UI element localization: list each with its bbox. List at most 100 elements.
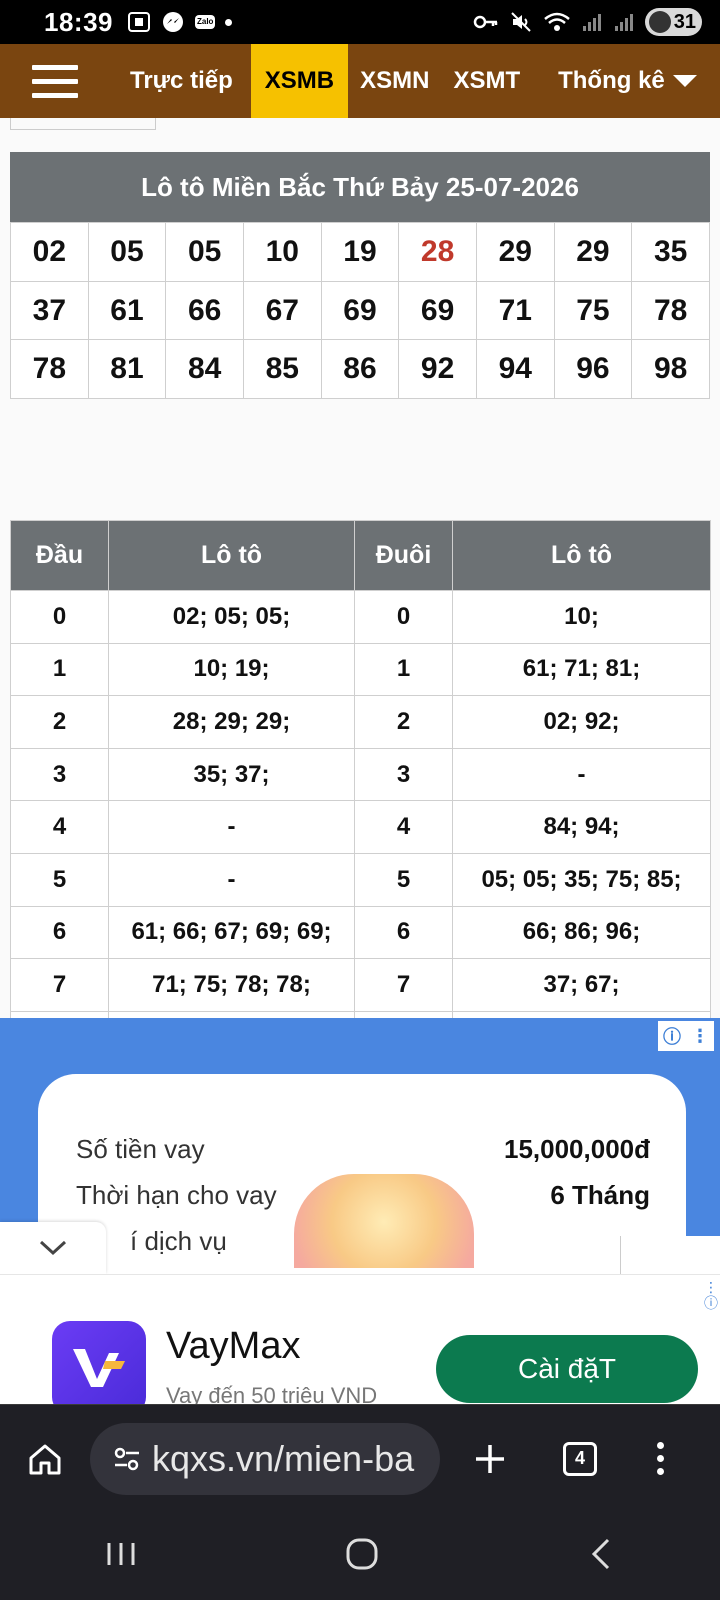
home-button[interactable] <box>0 1441 90 1477</box>
dau-digit-cell: 5 <box>10 852 109 907</box>
ad-row-fee: í dịch vụ <box>130 1226 650 1257</box>
dau-duoi-row: 1 10; 19; 1 61; 71; 81; <box>10 642 711 697</box>
duoi-loto-cell: 66; 86; 96; <box>452 905 711 960</box>
dau-digit-cell: 1 <box>10 642 109 697</box>
menu-icon[interactable] <box>0 44 110 118</box>
dau-loto-cell: 28; 29; 29; <box>108 695 355 749</box>
dau-loto-cell: 02; 05; 05; <box>108 590 355 644</box>
service-fee-label: í dịch vụ <box>130 1226 227 1256</box>
collapse-ad-button[interactable] <box>0 1222 106 1274</box>
loto-number-cell: 69 <box>398 280 477 341</box>
caret-down-icon <box>672 75 697 87</box>
dau-duoi-row: 0 02; 05; 05; 0 10; <box>10 590 711 644</box>
loto-number-cell: 85 <box>242 339 322 400</box>
duoi-loto-cell: - <box>452 747 711 802</box>
new-tab-button[interactable] <box>440 1442 540 1476</box>
loto-number-cell: 71 <box>475 280 555 341</box>
duoi-loto-cell: 10; <box>452 590 711 644</box>
back-icon[interactable] <box>586 1537 616 1576</box>
browser-toolbar: kqxs.vn/mien-ba 4 <box>0 1404 720 1512</box>
top-nav: Trực tiếp XSMB XSMN XSMT Thống kê <box>0 44 720 118</box>
duoi-loto-cell: 84; 94; <box>452 800 711 854</box>
loan-amount-label: Số tiền vay <box>76 1134 205 1164</box>
header-loto-duoi: Lô tô <box>452 520 711 591</box>
browser-menu-button[interactable] <box>620 1442 700 1475</box>
dau-duoi-row: 5-5 05; 05; 35; 75; 85; <box>10 852 711 907</box>
home-nav-icon[interactable] <box>345 1537 379 1576</box>
loto-number-cell: 75 <box>553 280 633 341</box>
dau-digit-cell: 2 <box>10 695 109 749</box>
loto-number-cell: 05 <box>165 222 244 282</box>
dau-duoi-row: 3 35; 37; 3- <box>10 747 711 802</box>
loto-number-cell: 29 <box>553 222 633 282</box>
ad-info-badge[interactable]: ⓘ ⋮ <box>658 1021 714 1051</box>
page: 18:39 Zalo 31 Trực tiếp XSMB XSMN XSMT T… <box>0 0 720 1600</box>
zalo-icon: Zalo <box>195 15 216 29</box>
tab-outline <box>10 118 156 130</box>
more-vert-icon[interactable]: ⋮ <box>691 1026 709 1047</box>
dau-loto-cell: - <box>108 852 355 907</box>
dau-digit-cell: 6 <box>10 905 109 960</box>
key-icon <box>473 12 499 32</box>
dau-duoi-row: 4-4 84; 94; <box>10 800 711 854</box>
nav-xsmt[interactable]: XSMT <box>441 44 532 118</box>
loto-number-cell: 66 <box>165 280 244 341</box>
loto-number-cell: 69 <box>320 280 400 341</box>
duoi-digit-cell: 7 <box>354 958 453 1012</box>
battery-level: 31 <box>673 10 696 33</box>
ad-banner[interactable]: ⓘ ⋮ Số tiền vay 15,000,000đ Thời hạn cho… <box>0 1018 720 1268</box>
dau-duoi-row: 6 61; 66; 67; 69; 69; 6 66; 86; 96; <box>10 905 711 960</box>
ad-row-amount: Số tiền vay 15,000,000đ <box>76 1134 650 1165</box>
vaymax-logo-icon <box>52 1321 146 1404</box>
nav-xsmb[interactable]: XSMB <box>250 44 349 118</box>
loto-number-row: 78 81 84 85 86 92 94 96 98 <box>10 339 710 400</box>
loto-number-cell: 81 <box>87 339 167 400</box>
url-text: kqxs.vn/mien-ba <box>152 1437 415 1479</box>
header-duoi: Đuôi <box>354 520 453 591</box>
status-time: 18:39 <box>44 6 113 37</box>
nav-truc-tiep[interactable]: Trực tiếp <box>110 44 251 118</box>
loto-number-cell: 02 <box>10 222 89 282</box>
info-icon[interactable]: ⓘ <box>663 1023 681 1049</box>
loto-number-cell: 94 <box>475 339 555 400</box>
main-content: Lô tô Miền Bắc Thứ Bảy 25-07-2026 02 05 05… <box>0 118 720 1117</box>
recent-apps-icon[interactable] <box>104 1539 138 1574</box>
dau-duoi-header: Đầu Lô tô Đuôi Lô tô <box>10 520 711 591</box>
loto-number-row: 02 05 05 10 19 28 29 29 35 <box>10 222 710 282</box>
loto-number-cell: 28 <box>398 222 477 282</box>
plus-icon <box>476 1444 504 1473</box>
system-nav-bar <box>0 1512 720 1600</box>
loto-number-cell: 10 <box>242 222 322 282</box>
ad-side-peek <box>620 1236 720 1276</box>
wifi-icon <box>543 11 571 33</box>
duoi-digit-cell: 2 <box>354 695 453 749</box>
nav-xsmn[interactable]: XSMN <box>348 44 441 118</box>
app-install-ad[interactable]: VayMax Vay đến 50 triệu VND Cài đặT ⋮ ⓘ <box>0 1274 720 1404</box>
loto-number-cell: 98 <box>631 339 710 400</box>
loto-title: Lô tô Miền Bắc Thứ Bảy 25-07-2026 <box>10 152 710 222</box>
loan-amount-value: 15,000,000đ <box>503 1134 650 1164</box>
dau-digit-cell: 7 <box>10 958 109 1012</box>
loto-number-cell: 05 <box>87 222 167 282</box>
dau-loto-cell: - <box>108 800 355 854</box>
install-button[interactable]: Cài đặT <box>436 1335 698 1403</box>
duoi-digit-cell: 5 <box>354 852 453 907</box>
app-ad-side-icons[interactable]: ⋮ ⓘ <box>702 1279 720 1311</box>
signal-icon-2 <box>613 11 635 33</box>
loto-number-cell: 78 <box>10 339 89 400</box>
loto-number-cell: 35 <box>631 222 710 282</box>
loan-term-value: 6 Tháng <box>550 1180 650 1210</box>
nav-thong-ke[interactable]: Thống kê <box>532 44 709 118</box>
tab-switcher-button[interactable]: 4 <box>540 1441 620 1476</box>
url-bar[interactable]: kqxs.vn/mien-ba <box>90 1422 440 1495</box>
loto-number-row: 37 61 66 67 69 69 71 75 78 <box>10 280 710 341</box>
dau-loto-cell: 35; 37; <box>108 747 355 802</box>
loto-number-cell: 84 <box>165 339 244 400</box>
site-settings-icon[interactable] <box>112 1444 142 1474</box>
loto-number-cell: 67 <box>242 280 322 341</box>
loto-number-cell: 96 <box>553 339 633 400</box>
duoi-loto-cell: 61; 71; 81; <box>452 642 711 697</box>
loto-number-grid: 02 05 05 10 19 28 29 29 35 37 61 66 67 69 69 71 75 78 78 81… <box>10 222 710 400</box>
loto-number-cell: 29 <box>475 222 555 282</box>
loto-number-cell: 78 <box>631 280 710 341</box>
